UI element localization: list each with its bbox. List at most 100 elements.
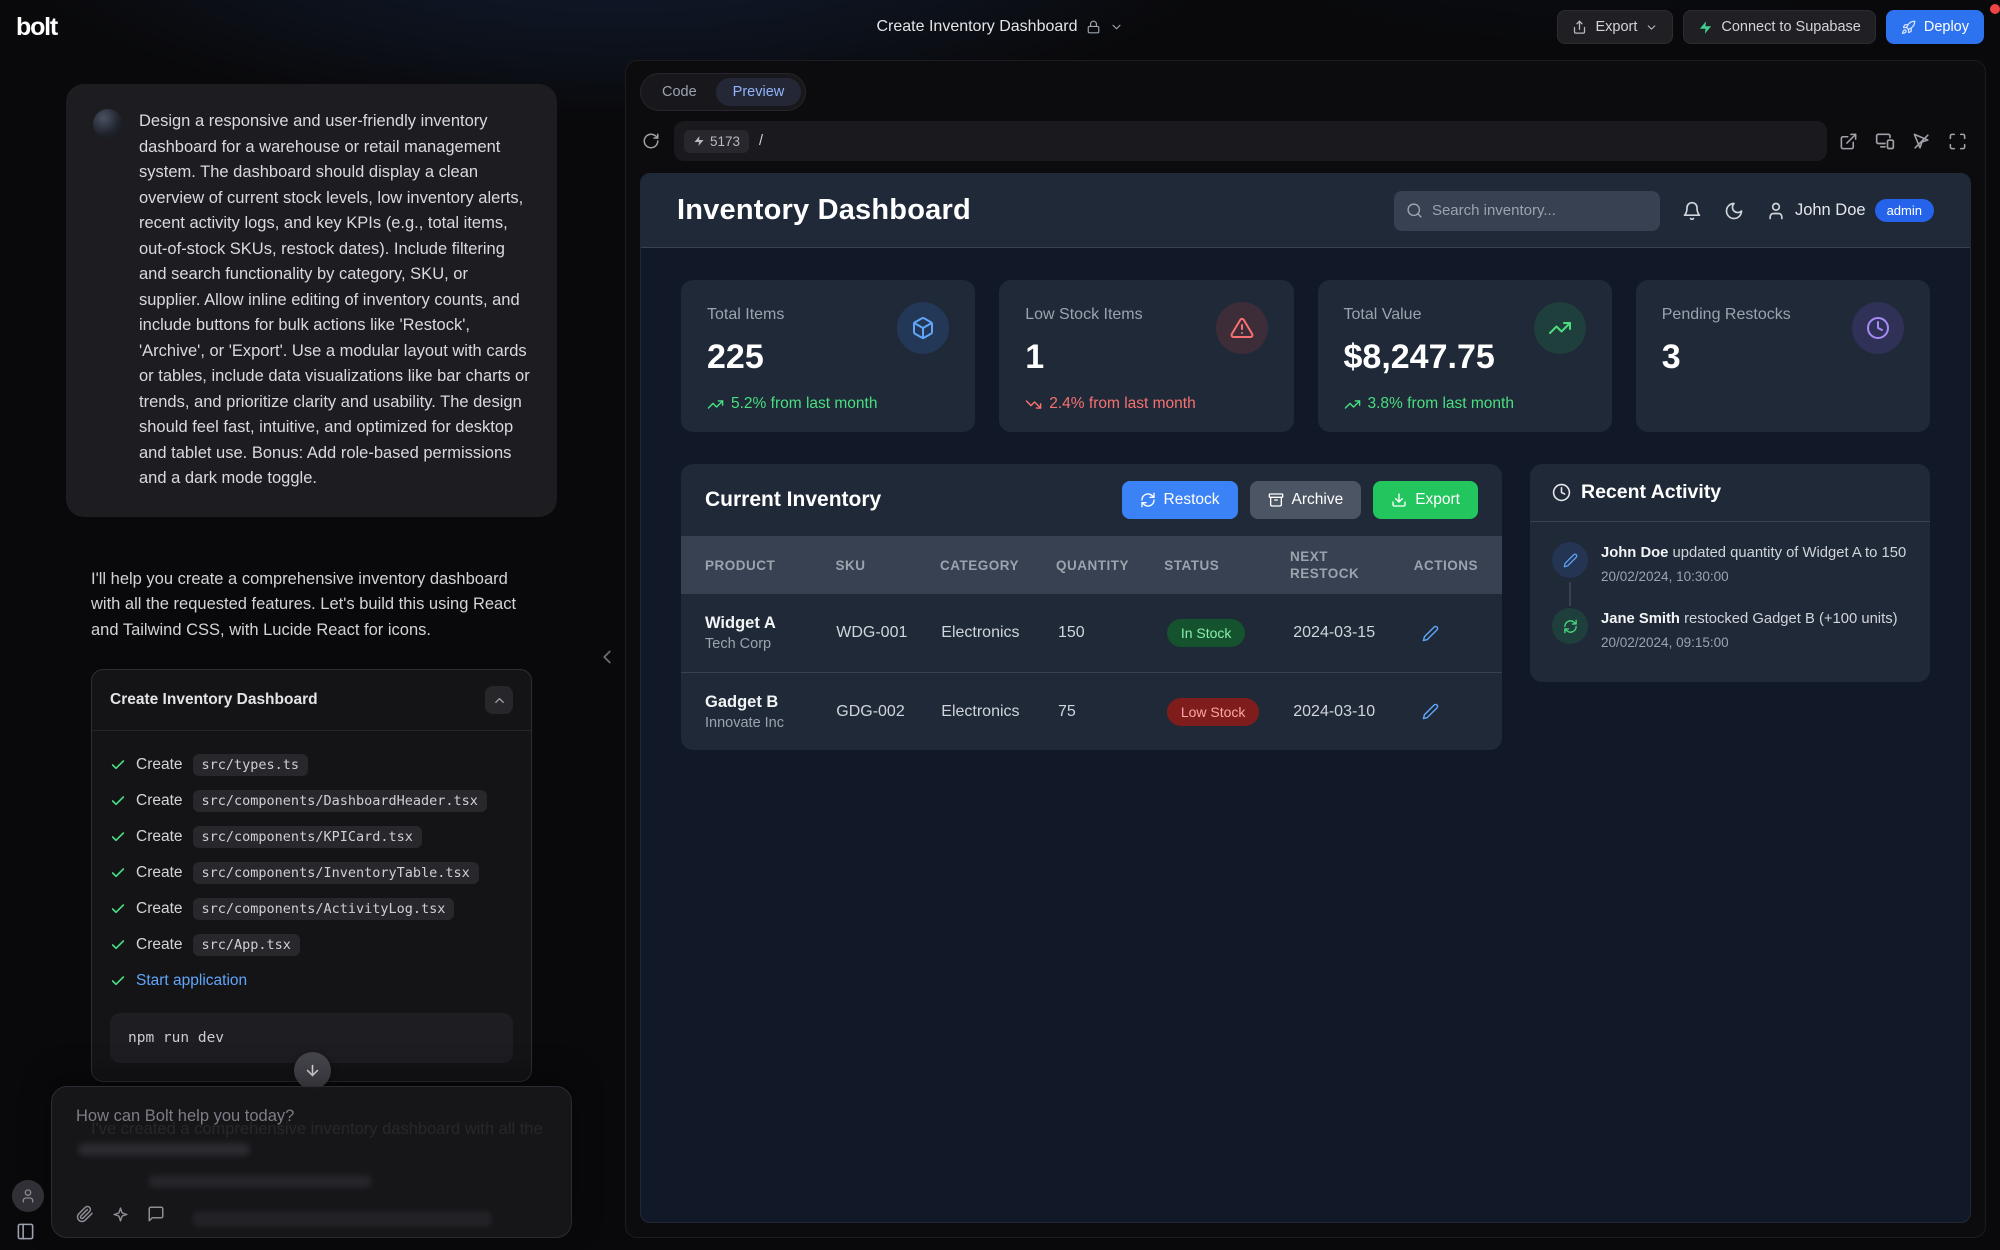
start-application-link[interactable]: Start application (136, 972, 247, 990)
activity-card: Recent Activity John Doe upda (1530, 464, 1930, 682)
project-title-menu[interactable]: Create Inventory Dashboard (877, 0, 1124, 54)
chat-mode-icon[interactable] (147, 1205, 165, 1223)
sku-cell: GDG-002 (836, 703, 941, 721)
artifact-header[interactable]: Create Inventory Dashboard (92, 670, 531, 730)
search-icon (1406, 202, 1423, 219)
sidebar-toggle-icon[interactable] (16, 1222, 35, 1241)
preview-url-row: 5173 / (640, 121, 1971, 161)
table-row: Widget A Tech Corp WDG-001 Electronics 1… (681, 594, 1502, 672)
file-chip[interactable]: src/App.tsx (193, 934, 300, 956)
artifact-step: Create src/App.tsx (110, 927, 513, 963)
dashboard-content: Current Inventory Restock (641, 432, 1970, 750)
reload-button[interactable] (640, 130, 662, 152)
column-header: QUANTITY (1056, 557, 1164, 574)
device-preview-icon[interactable] (1875, 131, 1895, 151)
file-chip[interactable]: src/components/KPICard.tsx (193, 826, 422, 848)
deploy-button[interactable]: Deploy (1886, 10, 1984, 44)
activity-actor: Jane Smith (1601, 611, 1680, 627)
port-number: 5173 (710, 134, 740, 149)
artifact-collapse-button[interactable] (485, 686, 513, 714)
kpi-delta-text: 3.8% from last month (1368, 395, 1514, 413)
edit-row-button[interactable] (1418, 621, 1443, 646)
step-verb: Create (136, 792, 183, 810)
tab-code[interactable]: Code (645, 78, 714, 106)
trending-up-icon (1534, 302, 1586, 354)
rocket-icon (1901, 20, 1916, 35)
chat-panel: Design a responsive and user-friendly in… (0, 54, 622, 1250)
activity-action: restocked Gadget B (+100 units) (1684, 611, 1897, 627)
composer-toolbar (76, 1205, 165, 1223)
archive-label: Archive (1292, 491, 1344, 509)
product-name: Gadget B (705, 693, 836, 712)
app-preview: Inventory Dashboard (640, 173, 1971, 1223)
status-badge: Low Stock (1167, 698, 1260, 726)
user-menu[interactable]: John Doe admin (1766, 199, 1934, 222)
connect-supabase-label: Connect to Supabase (1721, 19, 1860, 35)
port-chip[interactable]: 5173 (684, 130, 749, 153)
column-header: CATEGORY (940, 557, 1056, 574)
activity-action: updated quantity of Widget A to 150 (1673, 545, 1907, 561)
user-avatar (93, 109, 123, 139)
artifact-step: Create src/components/InventoryTable.tsx (110, 855, 513, 891)
address-bar[interactable]: 5173 / (674, 121, 1827, 161)
activity-item: Jane Smith restocked Gadget B (+100 unit… (1552, 608, 1908, 674)
bulk-actions: Restock Archive (1122, 481, 1479, 519)
restock-button[interactable]: Restock (1122, 481, 1238, 519)
restock-label: Restock (1164, 491, 1220, 509)
chevron-down-icon (1645, 21, 1658, 34)
blurred-suggestion (78, 1143, 250, 1156)
bolt-logo[interactable]: bolt (16, 13, 57, 42)
artifact-title: Create Inventory Dashboard (110, 691, 318, 709)
column-header: NEXT RESTOCK (1290, 548, 1362, 582)
column-header: STATUS (1164, 557, 1290, 574)
archive-icon (1268, 492, 1284, 508)
table-header: PRODUCT SKU CATEGORY QUANTITY STATUS NEX… (681, 536, 1502, 594)
archive-button[interactable]: Archive (1250, 481, 1362, 519)
inventory-search (1394, 191, 1660, 231)
user-icon (1766, 201, 1786, 221)
sku-cell: WDG-001 (836, 624, 941, 642)
edit-row-button[interactable] (1418, 699, 1443, 724)
account-avatar[interactable] (12, 1180, 44, 1212)
chat-input[interactable] (76, 1107, 547, 1126)
tab-preview[interactable]: Preview (716, 78, 802, 106)
column-header: PRODUCT (705, 557, 836, 574)
chat-collapse-handle[interactable] (596, 646, 618, 668)
lock-icon (1087, 20, 1101, 34)
artifact-body: Create src/types.ts Create src/component… (92, 730, 531, 1081)
file-chip[interactable]: src/components/InventoryTable.tsx (193, 862, 479, 884)
export-button[interactable]: Export (1557, 10, 1673, 44)
open-in-new-tab-icon[interactable] (1839, 132, 1858, 151)
product-name: Widget A (705, 614, 836, 633)
bolt-window: bolt Create Inventory Dashboard Export (0, 0, 2000, 1250)
role-badge: admin (1875, 199, 1934, 222)
search-input[interactable] (1432, 202, 1648, 219)
enhance-prompt-icon[interactable] (112, 1206, 129, 1223)
file-chip[interactable]: src/types.ts (193, 754, 309, 776)
kpi-card-low-stock: Low Stock Items 1 2.4% from last month (999, 280, 1293, 432)
artifact-card: Create Inventory Dashboard Create src/ty… (91, 669, 532, 1082)
inspector-toggle-icon[interactable] (1912, 132, 1931, 151)
scroll-to-bottom-button[interactable] (294, 1052, 331, 1089)
quantity-cell: 150 (1058, 624, 1167, 642)
dashboard-title: Inventory Dashboard (677, 194, 971, 227)
artifact-step: Create src/types.ts (110, 747, 513, 783)
file-chip[interactable]: src/components/ActivityLog.tsx (193, 898, 455, 920)
deploy-label: Deploy (1924, 19, 1969, 35)
topbar: bolt Create Inventory Dashboard Export (0, 0, 2000, 54)
attach-link-icon[interactable] (76, 1205, 94, 1223)
restock-date-cell: 2024-03-10 (1293, 703, 1417, 721)
activity-title: Recent Activity (1581, 481, 1721, 504)
clock-icon (1852, 302, 1904, 354)
connect-supabase-button[interactable]: Connect to Supabase (1683, 10, 1875, 44)
arrow-down-icon (304, 1062, 321, 1079)
check-icon (110, 937, 126, 953)
export-csv-button[interactable]: Export (1373, 481, 1478, 519)
fullscreen-icon[interactable] (1948, 132, 1967, 151)
assistant-intro-text: I'll help you create a comprehensive inv… (91, 567, 532, 644)
file-chip[interactable]: src/components/DashboardHeader.tsx (193, 790, 487, 812)
dark-mode-toggle-icon[interactable] (1724, 201, 1744, 221)
trending-down-icon (1025, 396, 1042, 413)
trending-up-icon (707, 396, 724, 413)
bell-icon[interactable] (1682, 201, 1702, 221)
